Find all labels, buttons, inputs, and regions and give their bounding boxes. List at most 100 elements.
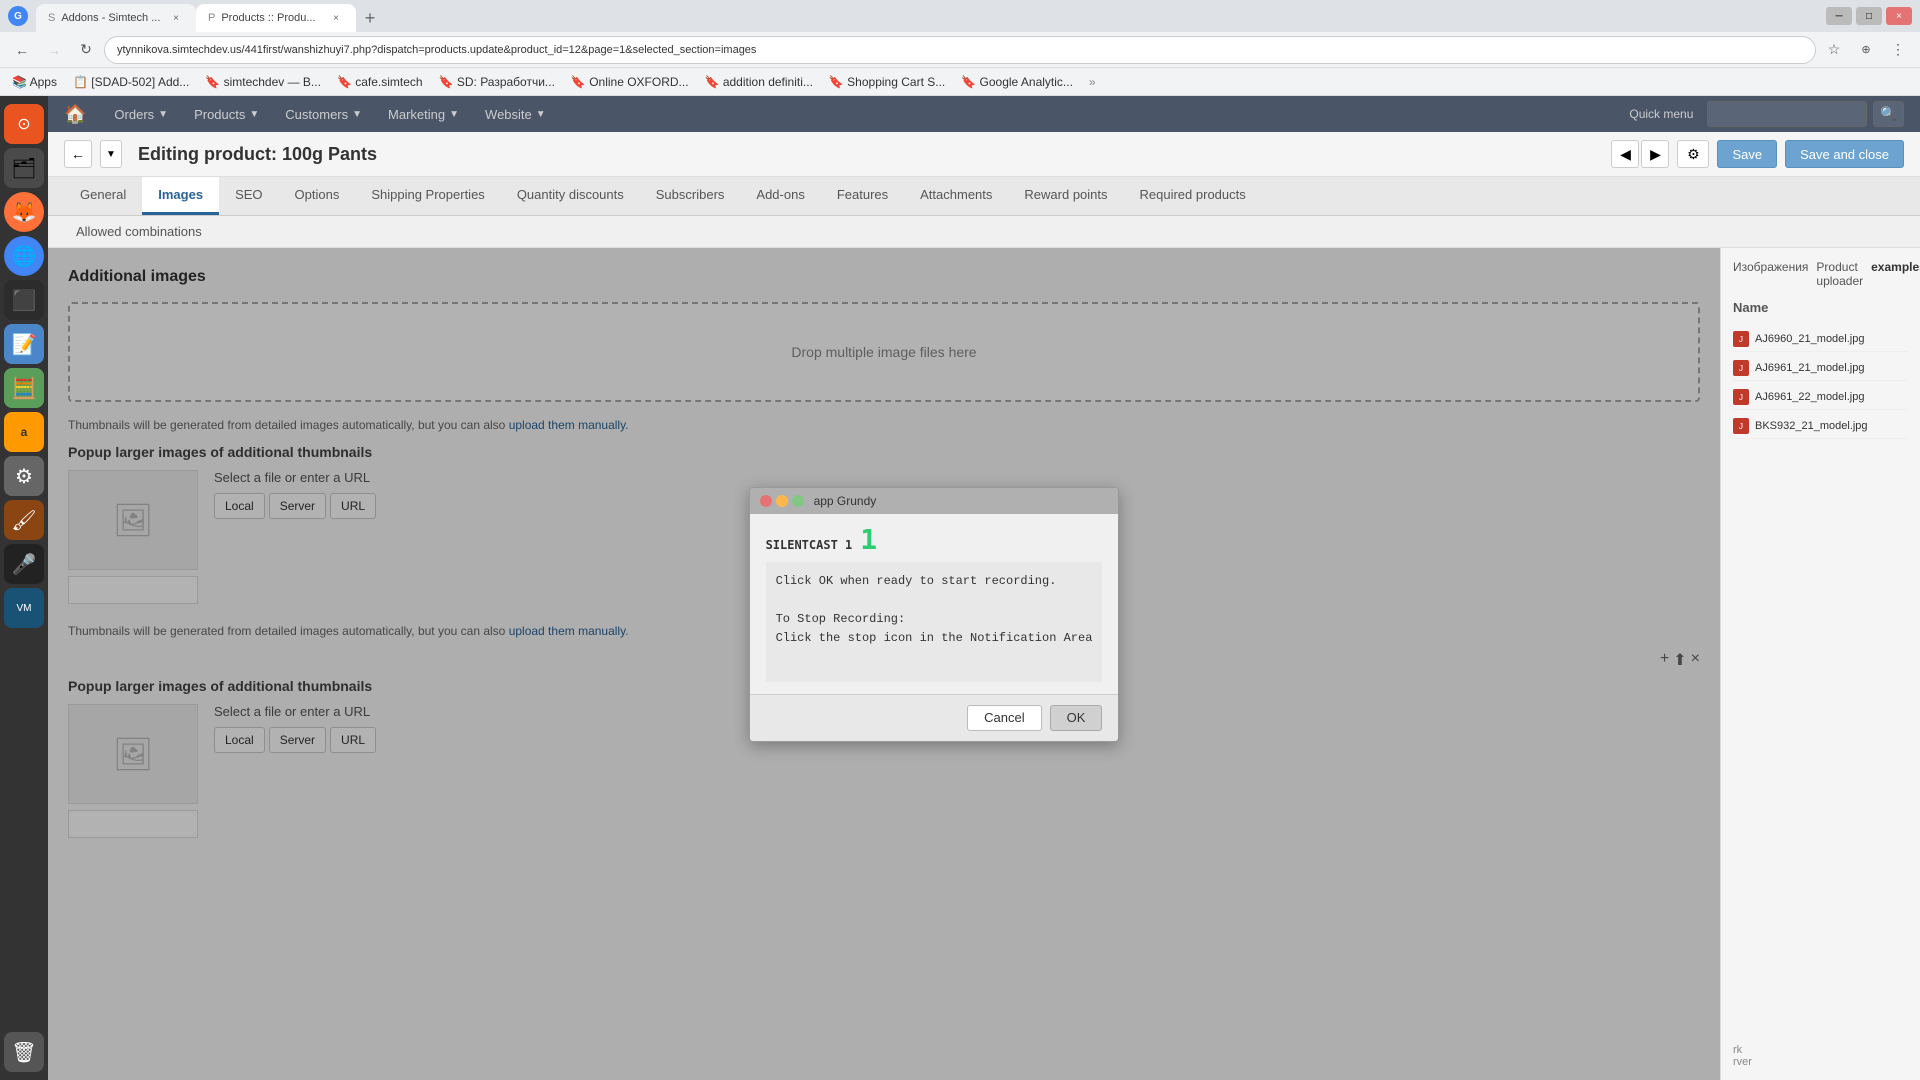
silentcast-num: 1 bbox=[860, 526, 877, 554]
prev-page-button[interactable]: ◀ bbox=[1611, 140, 1639, 168]
tab-quantity-discounts[interactable]: Quantity discounts bbox=[501, 177, 640, 215]
admin-nav: Orders ▼ Products ▼ Customers ▼ Marketin… bbox=[102, 103, 557, 126]
address-text: ytynnikova.simtechdev.us/441first/wanshi… bbox=[117, 44, 756, 56]
gear-button[interactable]: ⚙ bbox=[1677, 140, 1709, 168]
bookmark-sd[interactable]: 🔖 SD: Разработчи... bbox=[435, 73, 559, 91]
nav-orders[interactable]: Orders ▼ bbox=[102, 103, 180, 126]
tab-subscribers[interactable]: Subscribers bbox=[640, 177, 741, 215]
dock-files-icon[interactable]: 🗂 bbox=[4, 148, 44, 188]
bookmark-button[interactable]: ☆ bbox=[1820, 36, 1848, 64]
chrome-tab-1[interactable]: S Addons - Simtech ... × bbox=[36, 4, 196, 32]
dock-chrome-icon[interactable]: 🌐 bbox=[4, 236, 44, 276]
save-close-button[interactable]: Save and close bbox=[1785, 140, 1904, 168]
orders-dropdown-arrow: ▼ bbox=[158, 109, 168, 120]
dock-firefox-icon[interactable]: 🦊 bbox=[4, 192, 44, 232]
right-panel-info-2: rver bbox=[1733, 1056, 1752, 1068]
bookmark-apps[interactable]: 📚 Apps bbox=[8, 73, 61, 91]
chrome-logo-area: G bbox=[8, 6, 28, 26]
right-panel-nav-examples[interactable]: examples bbox=[1871, 260, 1920, 288]
minimize-button[interactable]: ─ bbox=[1826, 7, 1852, 25]
right-panel-file-2[interactable]: J AJ6961_21_model.jpg bbox=[1733, 356, 1908, 381]
back-button[interactable]: ← bbox=[8, 36, 36, 64]
forward-button[interactable]: → bbox=[40, 36, 68, 64]
file-name-4: BKS932_21_model.jpg bbox=[1755, 420, 1868, 432]
right-panel-nav-images[interactable]: Изображения bbox=[1733, 260, 1808, 288]
dock-amazon-icon[interactable]: a bbox=[4, 412, 44, 452]
modal-silentcast-header: SILENTCAST 1 1 bbox=[766, 526, 1103, 554]
right-panel-footer: rk rver bbox=[1733, 1044, 1908, 1068]
tab1-close[interactable]: × bbox=[168, 10, 184, 26]
modal-cancel-button[interactable]: Cancel bbox=[967, 705, 1041, 731]
tabs-row: General Images SEO Options Shipping Prop… bbox=[48, 177, 1920, 216]
admin-search-input[interactable] bbox=[1707, 101, 1867, 127]
close-button[interactable]: × bbox=[1886, 7, 1912, 25]
modal-body: SILENTCAST 1 1 Click OK when ready to st… bbox=[750, 514, 1119, 694]
right-panel-file-3[interactable]: J AJ6961_22_model.jpg bbox=[1733, 385, 1908, 410]
marketing-dropdown-arrow: ▼ bbox=[449, 109, 459, 120]
tab-attachments[interactable]: Attachments bbox=[904, 177, 1008, 215]
quick-menu-button[interactable]: Quick menu bbox=[1621, 103, 1701, 125]
pagination-buttons: ◀ ▶ bbox=[1611, 140, 1669, 168]
chrome-tab-2[interactable]: P Products :: Produ... × bbox=[196, 4, 356, 32]
tab-options[interactable]: Options bbox=[279, 177, 356, 215]
dock-trash-icon[interactable]: 🗑 bbox=[4, 1032, 44, 1072]
address-bar[interactable]: ytynnikova.simtechdev.us/441first/wanshi… bbox=[104, 36, 1816, 64]
tab2-close[interactable]: × bbox=[328, 10, 344, 26]
tab-seo[interactable]: SEO bbox=[219, 177, 278, 215]
tab-required-products[interactable]: Required products bbox=[1124, 177, 1262, 215]
bookmark-simtechdev[interactable]: 🔖 simtechdev — B... bbox=[201, 73, 325, 91]
save-button[interactable]: Save bbox=[1717, 140, 1777, 168]
maximize-button[interactable]: □ bbox=[1856, 7, 1882, 25]
sub-tabs-row: Allowed combinations bbox=[48, 216, 1920, 248]
bookmark-analytics[interactable]: 🔖 Google Analytic... bbox=[957, 73, 1077, 91]
new-tab-button[interactable]: + bbox=[356, 4, 384, 32]
silentcast-label: SILENTCAST 1 bbox=[766, 538, 853, 552]
back-nav-button[interactable]: ← bbox=[64, 140, 92, 168]
bookmark-cafe[interactable]: 🔖 cafe.simtech bbox=[333, 73, 427, 91]
bookmark-shopping[interactable]: 🔖 Shopping Cart S... bbox=[825, 73, 949, 91]
nav-website[interactable]: Website ▼ bbox=[473, 103, 558, 126]
modal-dialog: app Grundy SILENTCAST 1 1 Click OK when … bbox=[749, 487, 1120, 742]
dock-vmware-icon[interactable]: VM bbox=[4, 588, 44, 628]
bookmark-addition[interactable]: 🔖 addition definiti... bbox=[701, 73, 817, 91]
dock-settings-icon[interactable]: ⚙ bbox=[4, 456, 44, 496]
dock-mic-icon[interactable]: 🎤 bbox=[4, 544, 44, 584]
dock-ubuntu-icon[interactable]: ⊙ bbox=[4, 104, 44, 144]
dock-calc-icon[interactable]: 🧮 bbox=[4, 368, 44, 408]
nav-dropdown-button[interactable]: ▼ bbox=[100, 140, 122, 168]
reload-button[interactable]: ↻ bbox=[72, 36, 100, 64]
menu-button[interactable]: ⋮ bbox=[1884, 36, 1912, 64]
admin-search-button[interactable]: 🔍 bbox=[1873, 101, 1904, 127]
bookmark-sdad[interactable]: 📋 [SDAD-502] Add... bbox=[69, 73, 193, 91]
dock-gedit-icon[interactable]: 📝 bbox=[4, 324, 44, 364]
nav-marketing[interactable]: Marketing ▼ bbox=[376, 103, 471, 126]
tab-images[interactable]: Images bbox=[142, 177, 219, 215]
tab2-favicon: P bbox=[208, 12, 215, 24]
right-panel-file-4[interactable]: J BKS932_21_model.jpg bbox=[1733, 414, 1908, 439]
next-page-button[interactable]: ▶ bbox=[1641, 140, 1669, 168]
page-title: Editing product: 100g Pants bbox=[138, 144, 1603, 165]
tab-shipping[interactable]: Shipping Properties bbox=[355, 177, 500, 215]
right-panel-file-1[interactable]: J AJ6960_21_model.jpg bbox=[1733, 327, 1908, 352]
modal-maximize-dot[interactable] bbox=[792, 495, 804, 507]
app-area: 🏠 Orders ▼ Products ▼ Customers ▼ bbox=[48, 96, 1920, 1080]
more-bookmarks[interactable]: » bbox=[1089, 75, 1096, 89]
dock-paint-icon[interactable]: 🖌 bbox=[4, 500, 44, 540]
tab-general[interactable]: General bbox=[64, 177, 142, 215]
nav-products[interactable]: Products ▼ bbox=[182, 103, 271, 126]
tab-features[interactable]: Features bbox=[821, 177, 904, 215]
modal-close-dot[interactable] bbox=[760, 495, 772, 507]
tab-addons[interactable]: Add-ons bbox=[740, 177, 820, 215]
extensions-button[interactable]: ⊕ bbox=[1852, 36, 1880, 64]
right-panel: Изображения Product uploader examples Na… bbox=[1720, 248, 1920, 1080]
modal-title-dots bbox=[760, 495, 804, 507]
file-icon-4: J bbox=[1733, 418, 1749, 434]
bookmark-oxford[interactable]: 🔖 Online OXFORD... bbox=[567, 73, 693, 91]
nav-customers[interactable]: Customers ▼ bbox=[273, 103, 374, 126]
tab-reward-points[interactable]: Reward points bbox=[1008, 177, 1123, 215]
right-panel-nav-uploader[interactable]: Product uploader bbox=[1816, 260, 1863, 288]
dock-terminal-icon[interactable]: ⬛ bbox=[4, 280, 44, 320]
modal-ok-button[interactable]: OK bbox=[1050, 705, 1103, 731]
sub-tab-allowed-combinations[interactable]: Allowed combinations bbox=[64, 220, 214, 243]
modal-minimize-dot[interactable] bbox=[776, 495, 788, 507]
